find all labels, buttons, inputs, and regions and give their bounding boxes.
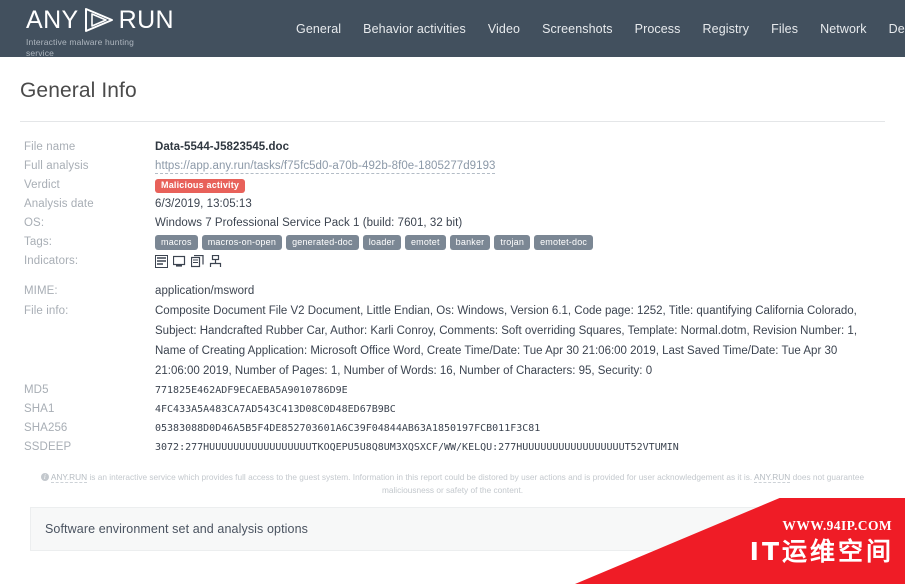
value-file-info: Composite Document File V2 Document, Lit… bbox=[155, 305, 858, 377]
value-ssdeep: 3072:277HUUUUUUUUUUUUUUUUUTKOQEPU5U8Q8UM… bbox=[155, 442, 679, 453]
top-header-bar: ANY RUN Interactive malware hunting serv… bbox=[0, 0, 905, 58]
tag-trojan[interactable]: trojan bbox=[494, 235, 531, 250]
tag-emotet-doc[interactable]: emotet-doc bbox=[534, 235, 594, 250]
nav-item-general[interactable]: General bbox=[285, 16, 352, 42]
network-indicator-icon[interactable] bbox=[155, 255, 168, 268]
value-sha256: 05383088D0D46A5B5F4DE852703601A6C39F0484… bbox=[155, 423, 541, 434]
main-navigation: General Behavior activities Video Screen… bbox=[285, 0, 905, 57]
value-md5: 771825E462ADF9ECAEBA5A9010786D9E bbox=[155, 385, 348, 396]
disclaimer-brand-link-1[interactable]: ANY.RUN bbox=[50, 472, 88, 483]
process-indicator-icon[interactable] bbox=[209, 254, 222, 268]
row-os: OS: Windows 7 Professional Service Pack … bbox=[24, 214, 885, 233]
value-full-analysis: https://app.any.run/tasks/f75fc5d0-a70b-… bbox=[155, 157, 496, 176]
row-ssdeep: SSDEEP 3072:277HUUUUUUUUUUUUUUUUUTKOQEPU… bbox=[24, 438, 885, 457]
nav-item-files[interactable]: Files bbox=[760, 16, 809, 42]
label-mime: MIME: bbox=[24, 285, 58, 297]
label-indicators: Indicators: bbox=[24, 255, 79, 267]
nav-item-network[interactable]: Network bbox=[809, 16, 878, 42]
play-triangle-icon bbox=[82, 7, 116, 33]
nav-item-video[interactable]: Video bbox=[477, 16, 531, 42]
full-analysis-link[interactable]: https://app.any.run/tasks/f75fc5d0-a70b-… bbox=[155, 160, 496, 174]
label-full-analysis: Full analysis bbox=[24, 160, 89, 172]
info-circle-icon bbox=[40, 471, 49, 484]
label-sha1: SHA1 bbox=[24, 403, 55, 415]
nav-item-debug[interactable]: Debug bbox=[878, 16, 905, 42]
disclaimer-brand-link-2[interactable]: ANY.RUN bbox=[754, 472, 791, 483]
general-info-table: File name Data-5544-J5823545.doc Full an… bbox=[0, 122, 905, 457]
row-sha1: SHA1 4FC433A5A483CA7AD543C413D08C0D48ED6… bbox=[24, 400, 885, 419]
files-indicator-icon[interactable] bbox=[190, 254, 204, 268]
tag-emotet[interactable]: emotet bbox=[404, 235, 446, 250]
label-file-info: File info: bbox=[24, 305, 69, 317]
value-file-name: Data-5544-J5823545.doc bbox=[155, 141, 290, 153]
indicator-icon-list bbox=[155, 252, 222, 268]
nav-item-behavior-activities[interactable]: Behavior activities bbox=[352, 16, 477, 42]
status-badge-verdict: Malicious activity bbox=[155, 179, 246, 193]
any-run-report-page: ANY RUN Interactive malware hunting serv… bbox=[0, 0, 905, 584]
logo-text-any: ANY bbox=[26, 5, 79, 34]
disclaimer-text-1: is an interactive service which provides… bbox=[89, 472, 753, 482]
value-os: Windows 7 Professional Service Pack 1 (b… bbox=[155, 217, 463, 229]
page-title: General Info bbox=[20, 79, 137, 102]
label-sha256: SHA256 bbox=[24, 422, 68, 434]
software-environment-panel-label: Software environment set and analysis op… bbox=[45, 522, 308, 536]
label-file-name: File name bbox=[24, 141, 76, 153]
logo-tagline: Interactive malware hunting service bbox=[26, 37, 134, 58]
label-os: OS: bbox=[24, 217, 45, 229]
row-sha256: SHA256 05383088D0D46A5B5F4DE852703601A6C… bbox=[24, 419, 885, 438]
tag-loader[interactable]: loader bbox=[362, 235, 401, 250]
row-verdict: Verdict Malicious activity bbox=[24, 176, 885, 195]
label-analysis-date: Analysis date bbox=[24, 198, 94, 210]
row-tags: Tags: macros macros-on-open generated-do… bbox=[24, 233, 885, 252]
tag-list: macros macros-on-open generated-doc load… bbox=[155, 233, 594, 250]
tag-generated-doc[interactable]: generated-doc bbox=[286, 235, 359, 250]
tag-macros-on-open[interactable]: macros-on-open bbox=[201, 235, 283, 250]
report-disclaimer: ANY.RUN is an interactive service which … bbox=[28, 471, 877, 497]
nav-item-process[interactable]: Process bbox=[624, 16, 692, 42]
label-verdict: Verdict bbox=[24, 179, 60, 191]
value-tags: macros macros-on-open generated-doc load… bbox=[155, 233, 594, 250]
nav-item-registry[interactable]: Registry bbox=[692, 16, 761, 42]
tag-macros[interactable]: macros bbox=[155, 235, 198, 250]
row-full-analysis: Full analysis https://app.any.run/tasks/… bbox=[24, 157, 885, 176]
anyrun-logo[interactable]: ANY RUN Interactive malware hunting serv… bbox=[26, 6, 186, 58]
value-analysis-date: 6/3/2019, 13:05:13 bbox=[155, 198, 252, 210]
row-file-info: File info: Composite Document File V2 Do… bbox=[24, 301, 885, 381]
logo-text-run: RUN bbox=[118, 5, 174, 34]
tag-banker[interactable]: banker bbox=[449, 235, 491, 250]
row-file-name: File name Data-5544-J5823545.doc bbox=[24, 138, 885, 157]
row-indicators: Indicators: bbox=[24, 252, 885, 271]
value-sha1: 4FC433A5A483CA7AD543C413D08C0D48ED67B9BC bbox=[155, 404, 396, 415]
logo-wordmark: ANY RUN bbox=[26, 6, 186, 34]
software-environment-panel[interactable]: Software environment set and analysis op… bbox=[30, 507, 885, 551]
label-tags: Tags: bbox=[24, 236, 52, 248]
label-ssdeep: SSDEEP bbox=[24, 441, 72, 453]
value-verdict: Malicious activity bbox=[155, 176, 246, 195]
label-md5: MD5 bbox=[24, 384, 49, 396]
row-md5: MD5 771825E462ADF9ECAEBA5A9010786D9E bbox=[24, 381, 885, 400]
value-indicators bbox=[155, 252, 222, 268]
nav-item-screenshots[interactable]: Screenshots bbox=[531, 16, 624, 42]
monitor-indicator-icon[interactable] bbox=[172, 255, 186, 268]
row-mime: MIME: application/msword bbox=[24, 282, 885, 301]
value-mime: application/msword bbox=[155, 285, 255, 297]
row-analysis-date: Analysis date 6/3/2019, 13:05:13 bbox=[24, 195, 885, 214]
